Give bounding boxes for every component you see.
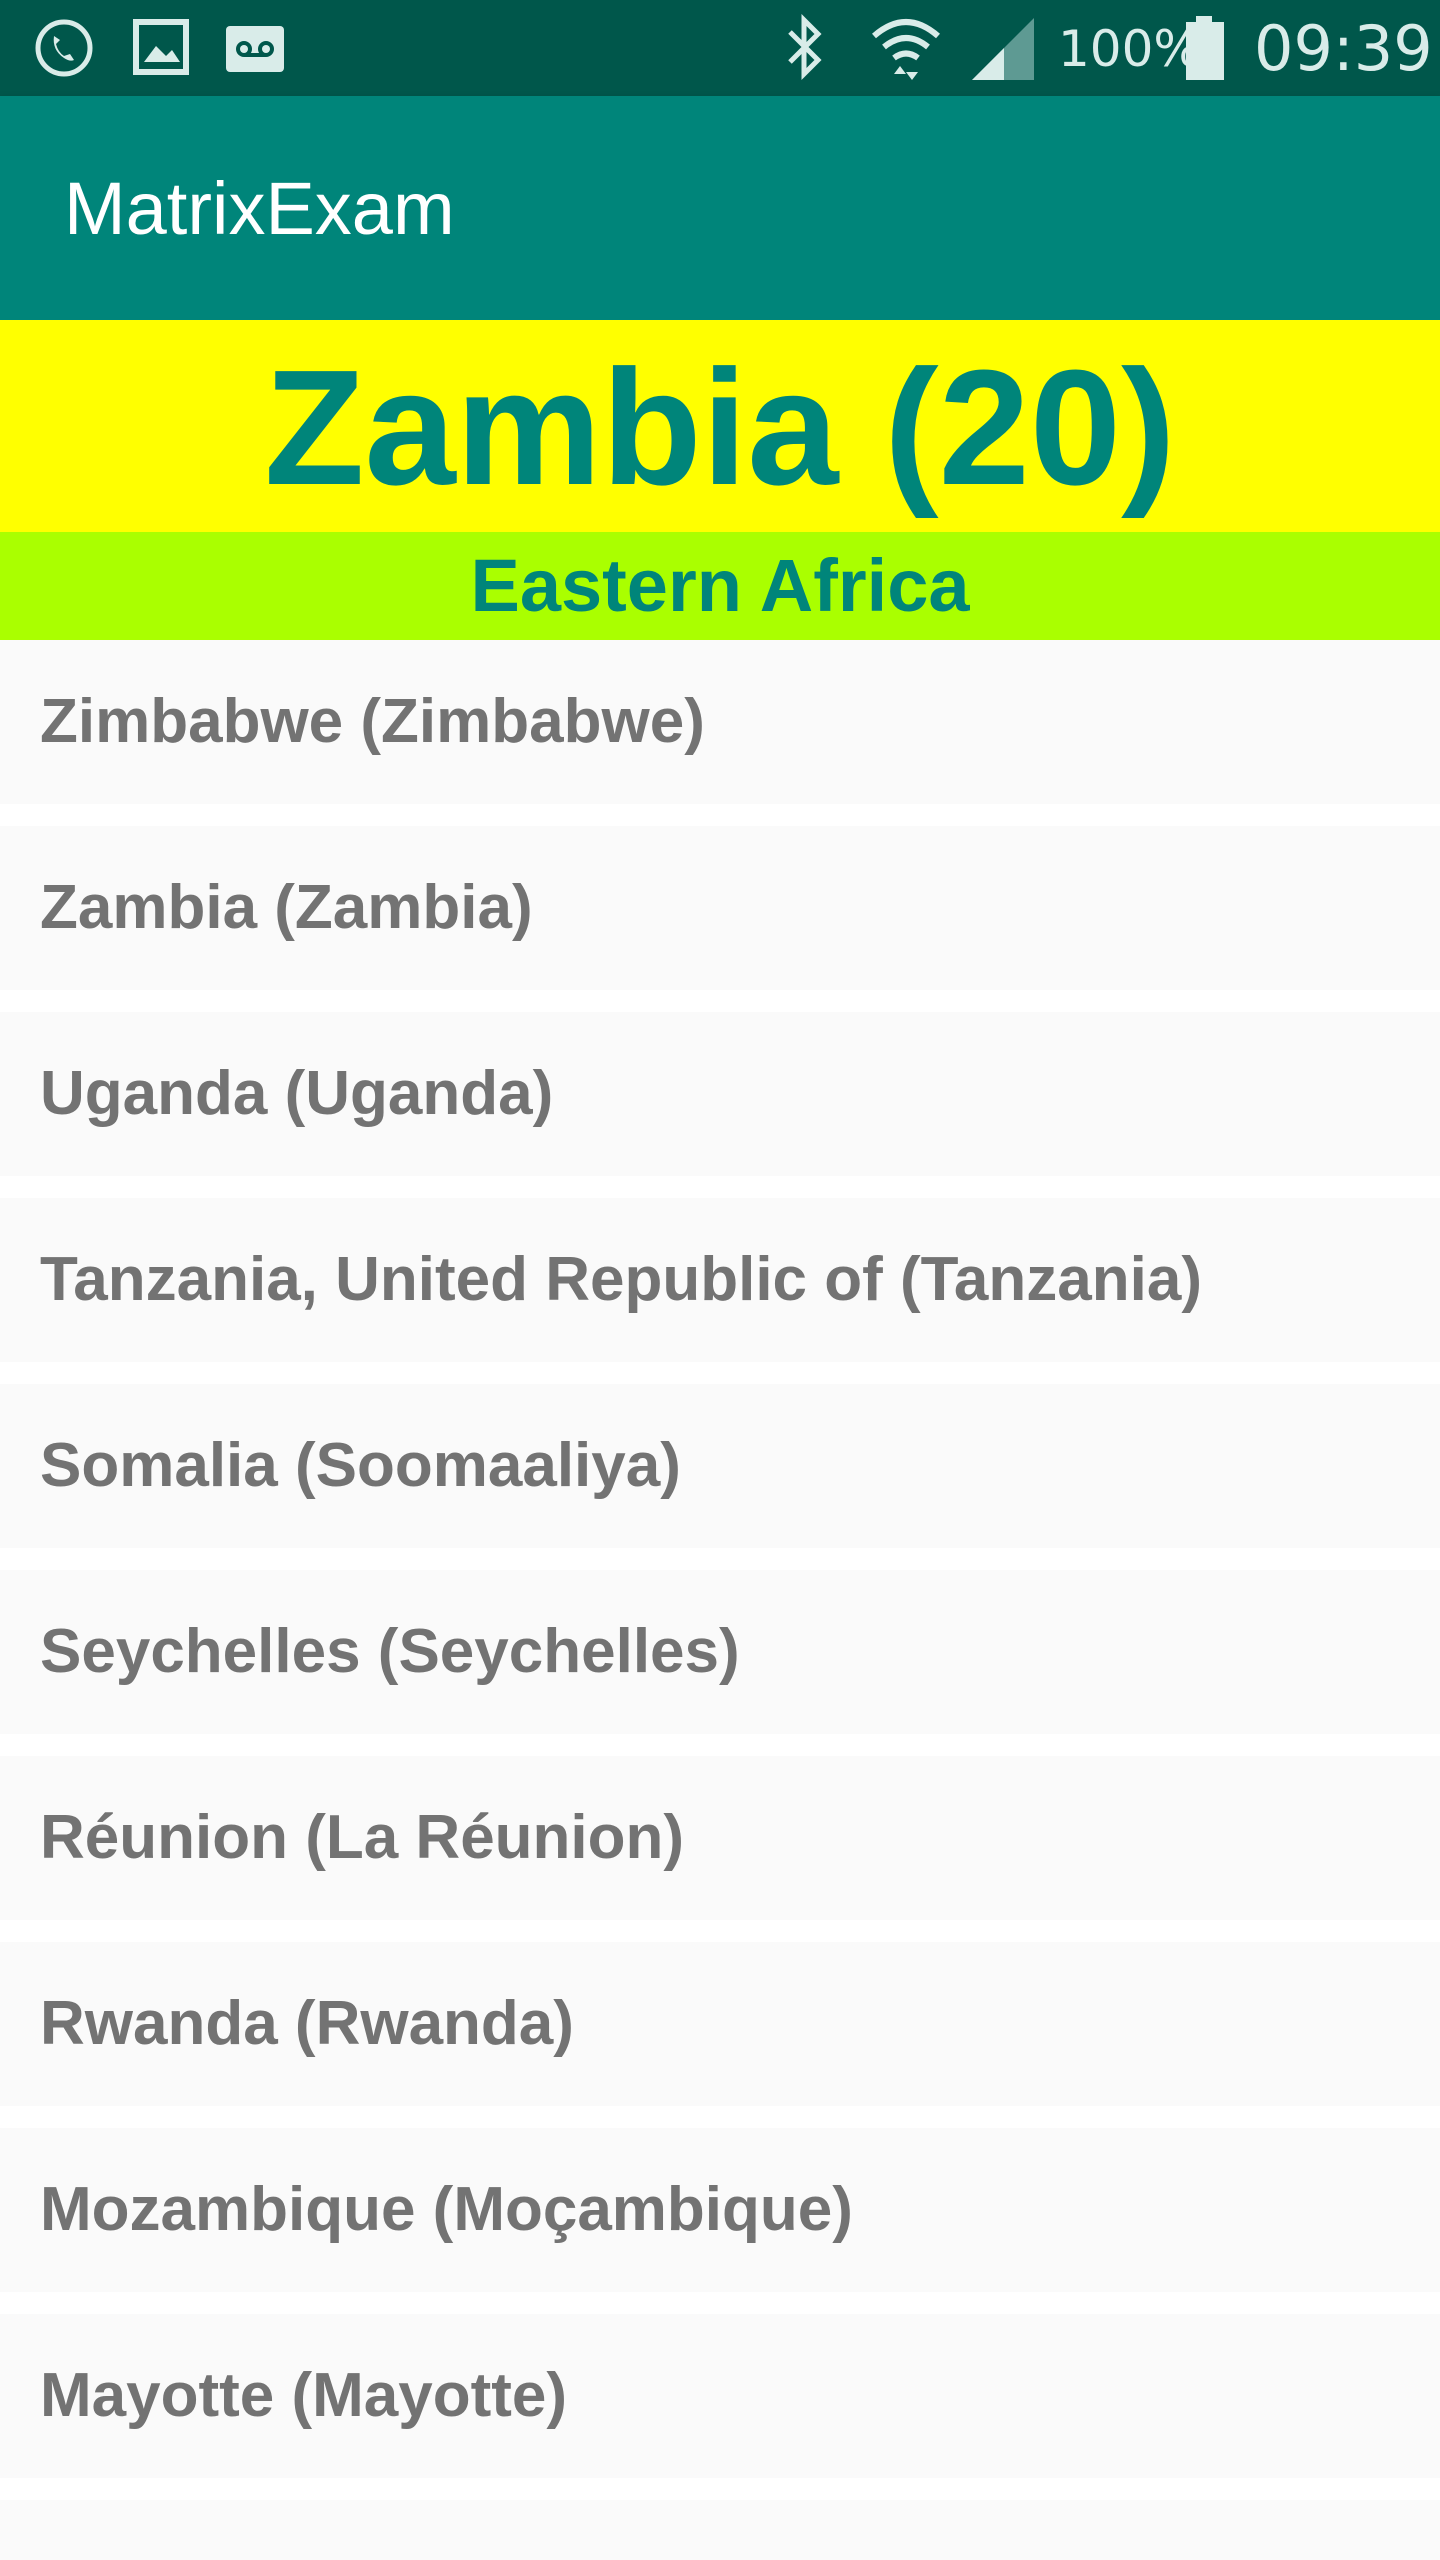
list-item-label: Mozambique (Moçambique) xyxy=(40,2175,853,2244)
app-title: MatrixExam xyxy=(64,167,455,250)
list-item-label: Uganda (Uganda) xyxy=(40,1059,554,1128)
list-item-label: Rwanda (Rwanda) xyxy=(40,1989,574,2058)
phone-call-icon xyxy=(32,14,96,83)
list-item-label: Zambia (Zambia) xyxy=(40,873,533,942)
country-title: Zambia (20) xyxy=(264,336,1176,519)
app-bar: MatrixExam xyxy=(0,96,1440,320)
clock: 09:39 xyxy=(1254,12,1433,85)
list-item-partial[interactable] xyxy=(0,2500,1440,2560)
list-item[interactable]: Zimbabwe (Zimbabwe) xyxy=(0,640,1440,804)
list-item[interactable]: Tanzania, United Republic of (Tanzania) xyxy=(0,1198,1440,1362)
image-icon xyxy=(132,14,192,83)
wifi-icon xyxy=(870,14,942,89)
cell-signal-icon xyxy=(968,14,1040,89)
list-item-label: Tanzania, United Republic of (Tanzania) xyxy=(40,1245,1202,1314)
region-title: Eastern Africa xyxy=(470,544,970,627)
list-item[interactable]: Mozambique (Moçambique) xyxy=(0,2128,1440,2292)
list-item-label: Seychelles (Seychelles) xyxy=(40,1617,740,1686)
bluetooth-icon xyxy=(776,13,832,89)
list-item-label: Mayotte (Mayotte) xyxy=(40,2361,568,2430)
list-item[interactable]: Mayotte (Mayotte) xyxy=(0,2314,1440,2478)
list-item-label: Somalia (Soomaaliya) xyxy=(40,1431,681,1500)
battery-percent: 100% xyxy=(1058,20,1201,78)
voicemail-icon xyxy=(224,14,288,83)
country-header: Zambia (20) xyxy=(0,320,1440,532)
list-item-label: Zimbabwe (Zimbabwe) xyxy=(40,687,705,756)
status-bar: 100% 09:39 xyxy=(0,0,1440,96)
region-header: Eastern Africa xyxy=(0,532,1440,640)
list-item[interactable]: Réunion (La Réunion) xyxy=(0,1756,1440,1920)
list-item[interactable]: Somalia (Soomaaliya) xyxy=(0,1384,1440,1548)
list-item[interactable]: Rwanda (Rwanda) xyxy=(0,1942,1440,2106)
list-item[interactable]: Seychelles (Seychelles) xyxy=(0,1570,1440,1734)
list-item[interactable]: Zambia (Zambia) xyxy=(0,826,1440,990)
list-item-label: Réunion (La Réunion) xyxy=(40,1803,685,1872)
battery-icon xyxy=(1184,14,1226,89)
list-item[interactable]: Uganda (Uganda) xyxy=(0,1012,1440,1176)
